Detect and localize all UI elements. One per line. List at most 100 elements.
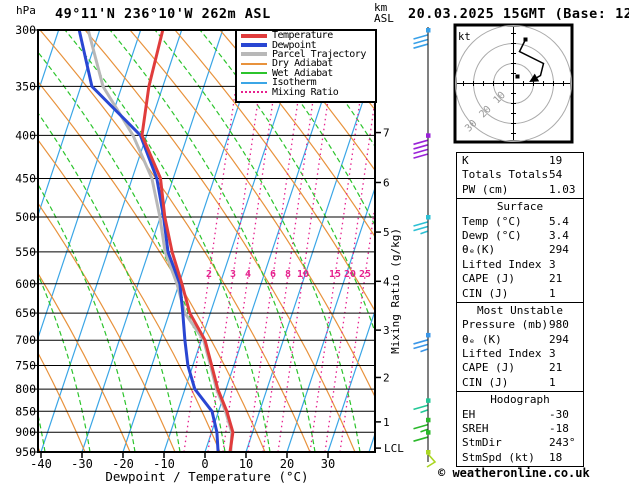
wind-barb-feather: [414, 44, 428, 48]
pressure-tick-label: 700: [15, 333, 36, 347]
panel-row-value: -18: [549, 422, 569, 435]
panel-row-label: Lifted Index: [462, 258, 541, 271]
panel-row-value: 1.03: [549, 183, 576, 196]
wind-barb-feather: [414, 222, 428, 226]
panel-row: CAPE (J) 21: [457, 272, 583, 286]
wind-barb-feather: [414, 437, 428, 441]
wind-barb-feather: [414, 140, 428, 144]
indices-panel: K 19Totals Totals54PW (cm) 1.03: [456, 152, 584, 199]
pressure-tick-label: 450: [15, 171, 36, 185]
hodograph-trace-marker: [516, 75, 520, 79]
wind-barb: [426, 450, 435, 467]
copyright-label: © weatheronline.co.uk: [438, 466, 590, 480]
legend-line-sample: [241, 72, 267, 74]
mixing-ratio-value-label: 3: [230, 269, 236, 280]
pressure-tick-label: 350: [15, 79, 36, 93]
panel-row: CAPE (J) 21: [457, 361, 583, 375]
pressure-tick-label: 300: [15, 23, 36, 37]
wind-barb-half-feather: [421, 410, 428, 413]
wind-barb-feather: [414, 145, 428, 149]
panel-row-label: Dewp (°C): [462, 229, 522, 242]
legend-line-sample: [241, 34, 267, 38]
panel-row-value: 3.4: [549, 229, 569, 242]
legend-box: TemperatureDewpointParcel TrajectoryDry …: [235, 29, 377, 103]
panel-row: Pressure (mb)980: [457, 318, 583, 332]
panel-row: SREH-18: [457, 422, 583, 436]
wind-barb-feather: [414, 425, 428, 429]
km-tick-label: 2: [383, 371, 390, 384]
wind-barb-feather: [414, 405, 428, 409]
mixing-ratio-value-label: 8: [285, 269, 291, 280]
panel-row-value: 21: [549, 361, 562, 374]
wind-barb-marker: [426, 418, 431, 423]
panel-row-label: θₑ(K): [462, 243, 495, 256]
legend-line-sample: [241, 91, 267, 93]
lcl-label: LCL: [384, 442, 404, 455]
pressure-tick-label: 900: [15, 425, 36, 439]
temp-axis-label: Dewpoint / Temperature (°C): [105, 469, 308, 484]
station-title: 49°11'N 236°10'W 262m ASL: [55, 6, 271, 22]
panel-row: EH-30: [457, 408, 583, 422]
panel-row: StmDir 243°: [457, 436, 583, 450]
km-tick-label: 1: [383, 416, 390, 429]
pressure-tick-label: 600: [15, 277, 36, 291]
hodograph-trace-marker: [524, 38, 528, 42]
legend-line-sample: [241, 63, 267, 65]
panel-row: CIN (J) 1: [457, 376, 583, 390]
panel-row-label: K: [462, 154, 469, 167]
datetime-label: 20.03.2025 15GMT (Base: 12): [408, 6, 629, 22]
wind-barb-half-feather: [421, 349, 428, 352]
wind-barb-marker: [426, 398, 431, 403]
panel-row-label: Pressure (mb): [462, 318, 548, 331]
wind-barb-feather: [414, 40, 428, 44]
mixing-ratio-value-label: 6: [270, 269, 276, 280]
wind-barb-feather: [414, 345, 428, 349]
pressure-tick-label: 500: [15, 210, 36, 224]
temp-tick-label: -30: [71, 457, 93, 471]
panel-row-value: 3: [549, 347, 556, 360]
wind-barb-feather: [414, 227, 428, 231]
panel-row-value: 5.4: [549, 215, 569, 228]
mixing-ratio-value-label: 15: [329, 269, 341, 280]
wind-barb-marker: [426, 28, 431, 33]
panel-row-label: Totals Totals: [462, 168, 548, 181]
panel-header: Surface: [457, 200, 583, 214]
panel-row-label: CAPE (J): [462, 361, 515, 374]
panel-row: Totals Totals54: [457, 168, 583, 182]
panel-row: θₑ (K)294: [457, 333, 583, 347]
pressure-axis-unit-label: hPa: [16, 4, 36, 17]
pressure-tick-label: 550: [15, 245, 36, 259]
panel-header: Hodograph: [457, 393, 583, 407]
panel-row-value: 243°: [549, 436, 576, 449]
mixing-ratio-value-label: 20: [344, 269, 356, 280]
skewt-sounding-page: 2346810152025300350400450500550600650700…: [0, 0, 629, 486]
panel-row-label: PW (cm): [462, 183, 508, 196]
temp-tick-label: -40: [30, 457, 52, 471]
legend-item-label: Mixing Ratio: [272, 87, 338, 98]
legend-line-sample: [241, 52, 267, 56]
hodograph: 102030: [455, 25, 572, 142]
panel-row-label: CIN (J): [462, 376, 508, 389]
pressure-tick-label: 400: [15, 128, 36, 142]
panel-row: Dewp (°C) 3.4: [457, 229, 583, 243]
panel-row-label: StmDir: [462, 436, 502, 449]
panel-row-value: 3: [549, 258, 556, 271]
pressure-tick-label: 850: [15, 404, 36, 418]
mixing-ratio-value-label: 10: [297, 269, 309, 280]
panel-row: Temp (°C)5.4: [457, 215, 583, 229]
panel-row-value: 1: [549, 376, 556, 389]
panel-row-value: 19: [549, 154, 562, 167]
panel-row-label: EH: [462, 408, 475, 421]
pressure-tick-label: 650: [15, 306, 36, 320]
panel-row: PW (cm) 1.03: [457, 183, 583, 197]
indices-tables: K 19Totals Totals54PW (cm) 1.03 SurfaceTemp…: [456, 152, 584, 467]
panel-row-value: 294: [549, 243, 569, 256]
panel-row-value: 21: [549, 272, 562, 285]
temp-tick-label: 30: [321, 457, 335, 471]
panel-row: Lifted Index3: [457, 347, 583, 361]
wind-barb-half-feather: [421, 231, 428, 234]
panel-row-label: CAPE (J): [462, 272, 515, 285]
wind-barb-feather: [414, 154, 428, 158]
panel-row-label: θₑ (K): [462, 333, 502, 346]
wind-barb-marker: [426, 333, 431, 338]
